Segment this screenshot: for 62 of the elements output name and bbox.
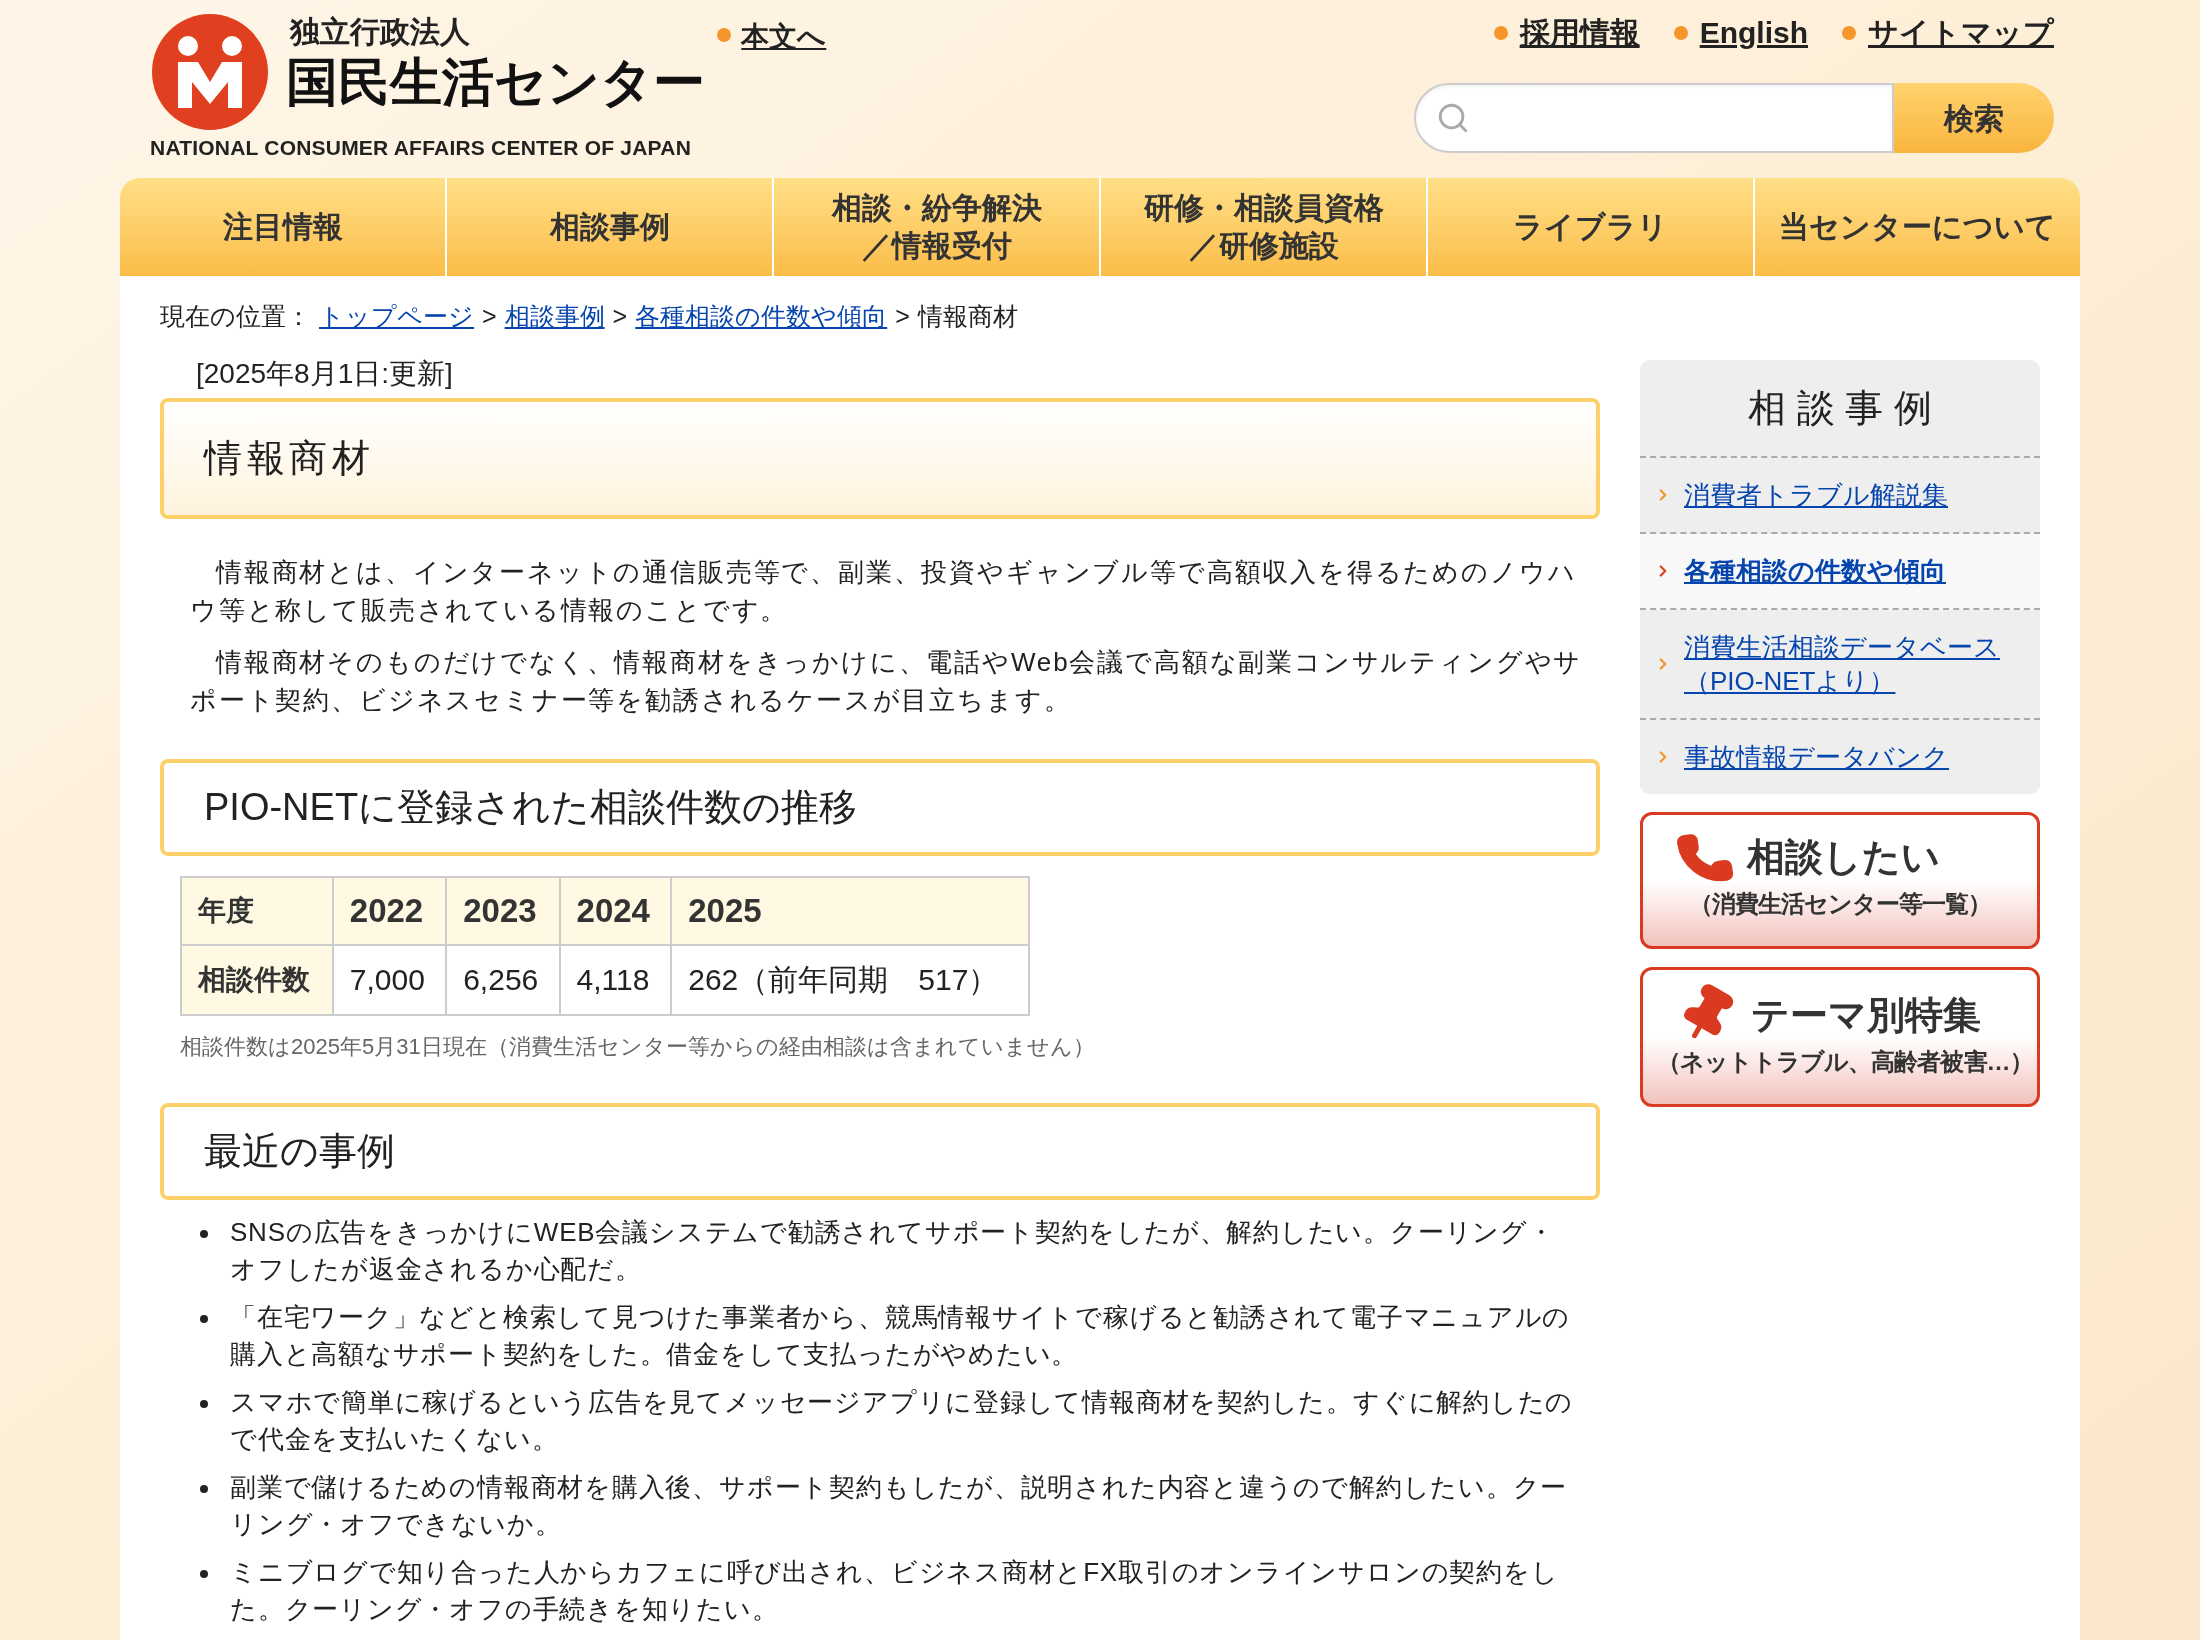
organization-name: 国民生活センター bbox=[285, 52, 705, 112]
banner-link[interactable]: テーマ別特集 （ネットトラブル、高齢者被害…） bbox=[1640, 967, 2040, 1107]
case-item: ミニブログで知り合った人からカフェに呼び出され、ビジネス商材とFX取引のオンラインサロンの契約をした。クーリング・オフの手続きを知りたい。 bbox=[230, 1555, 1560, 1626]
bullet-icon bbox=[200, 1484, 208, 1493]
intro-paragraph: 情報商材そのものだけでなく、情報商材をきっかけに、電話やWeb会議で高額な副業コンサルティングやサポート契約、ビジネスセミナー等を勧誘されるケースが目立ちます。 bbox=[190, 645, 1584, 717]
banner-link[interactable]: 相談したい （消費生活センター等一覧） bbox=[1640, 812, 2040, 949]
banner-subtitle: （ネットトラブル、高齢者被害…） bbox=[1657, 1047, 2023, 1077]
column-header: 年度 bbox=[181, 876, 333, 945]
column-header: 2023 bbox=[446, 876, 560, 945]
header-link[interactable]: サイトマップ bbox=[1868, 10, 2054, 55]
header-link[interactable]: English bbox=[1699, 10, 1808, 55]
nav-tab[interactable]: 相談事例 bbox=[445, 178, 772, 276]
nav-tab[interactable]: 相談・紛争解決 ／情報受付 bbox=[772, 178, 1099, 276]
search-button[interactable]: 検索 bbox=[1894, 83, 2054, 153]
column-header: 2022 bbox=[332, 876, 447, 945]
case-item: SNSの広告をきっかけにWEB会議システムで勧誘されてサポート契約をしたが、解約したい。クーリング・オフしたが返金されるか心配だ。 bbox=[230, 1215, 1556, 1286]
table-cell: 6,256 bbox=[446, 944, 560, 1015]
bullet-icon bbox=[200, 1569, 208, 1578]
column-header: 2025 bbox=[671, 876, 1029, 945]
table-cell: 4,118 bbox=[559, 944, 672, 1015]
breadcrumb-link[interactable]: 相談事例 bbox=[504, 298, 605, 336]
section-heading: PIO-NETに登録された相談件数の推移 bbox=[160, 758, 1600, 856]
nav-tab[interactable]: 研修・相談員資格 ／研修施設 bbox=[1099, 178, 1426, 276]
breadcrumb-current: 情報商材 bbox=[917, 301, 1018, 332]
banner-title: テーマ別特集 bbox=[1751, 993, 1981, 1038]
breadcrumb-label: 現在の位置： bbox=[160, 301, 311, 332]
bullet-icon bbox=[200, 1399, 208, 1408]
breadcrumb-separator: > bbox=[482, 301, 497, 332]
breadcrumb-separator: > bbox=[895, 301, 910, 332]
section-heading: 最近の事例 bbox=[160, 1102, 1600, 1200]
intro-paragraph: 情報商材とは、インターネットの通信販売等で、副業、投資やギャンブル等で高額収入を得るためのノウハウ等と称して販売されている情報のことです。 bbox=[190, 555, 1578, 627]
bullet-icon bbox=[1493, 25, 1508, 40]
organization-english-name: NATIONAL CONSUMER AFFAIRS CENTER OF JAPAN bbox=[150, 135, 691, 161]
breadcrumb-link[interactable]: 各種相談の件数や傾向 bbox=[635, 298, 888, 336]
bullet-icon bbox=[717, 28, 732, 42]
nav-tab[interactable]: 当センターについて bbox=[1753, 178, 2080, 276]
bullet-icon bbox=[200, 1314, 208, 1323]
table-note: 相談件数は2025年5月31日現在（消費生活センター等からの経由相談は含まれていません） bbox=[180, 1032, 1096, 1061]
case-item: 「在宅ワーク」などと検索して見つけた事業者から、競馬情報サイトで稼げると勧誘されて電子マニュアルの購入と高額なサポート契約をした。借金をして支払ったがやめたい。 bbox=[230, 1300, 1572, 1371]
column-header: 2024 bbox=[559, 876, 672, 945]
banner-title: 相談したい bbox=[1747, 835, 1940, 880]
header-link[interactable]: 採用情報 bbox=[1519, 10, 1640, 55]
search-icon bbox=[1436, 101, 1470, 135]
search-field[interactable] bbox=[1414, 83, 1894, 153]
bullet-icon bbox=[200, 1229, 208, 1238]
breadcrumb-separator: > bbox=[612, 301, 628, 332]
nav-tab[interactable]: ライブラリ bbox=[1426, 178, 1753, 276]
banner-subtitle: （消費生活センター等一覧） bbox=[1687, 889, 1993, 919]
organization-type: 独立行政法人 bbox=[288, 14, 471, 50]
bullet-icon bbox=[1673, 25, 1688, 40]
skip-link[interactable]: 本文へ bbox=[741, 16, 827, 58]
nav-tab[interactable]: 注目情報 bbox=[120, 178, 445, 276]
bullet-icon bbox=[1842, 25, 1856, 40]
case-item: 副業で儲けるための情報商材を購入後、サポート契約もしたが、説明された内容と違うので解約したい。クーリング・オフできないか。 bbox=[230, 1470, 1569, 1541]
table-cell: 7,000 bbox=[332, 944, 447, 1015]
table-cell: 262（前年同期 517） bbox=[671, 944, 1029, 1015]
logo-icon bbox=[150, 12, 270, 132]
section-heading: 情報商材 bbox=[160, 397, 1600, 519]
updated-date: [2025年8月1日:更新] bbox=[195, 356, 454, 391]
case-item: スマホで簡単に稼げるという広告を見てメッセージアプリに登録して情報商材を契約した。すぐに解約したので代金を支払いたくない。 bbox=[230, 1385, 1575, 1456]
breadcrumb-link[interactable]: トップページ bbox=[319, 298, 474, 336]
row-header: 相談件数 bbox=[181, 944, 333, 1015]
